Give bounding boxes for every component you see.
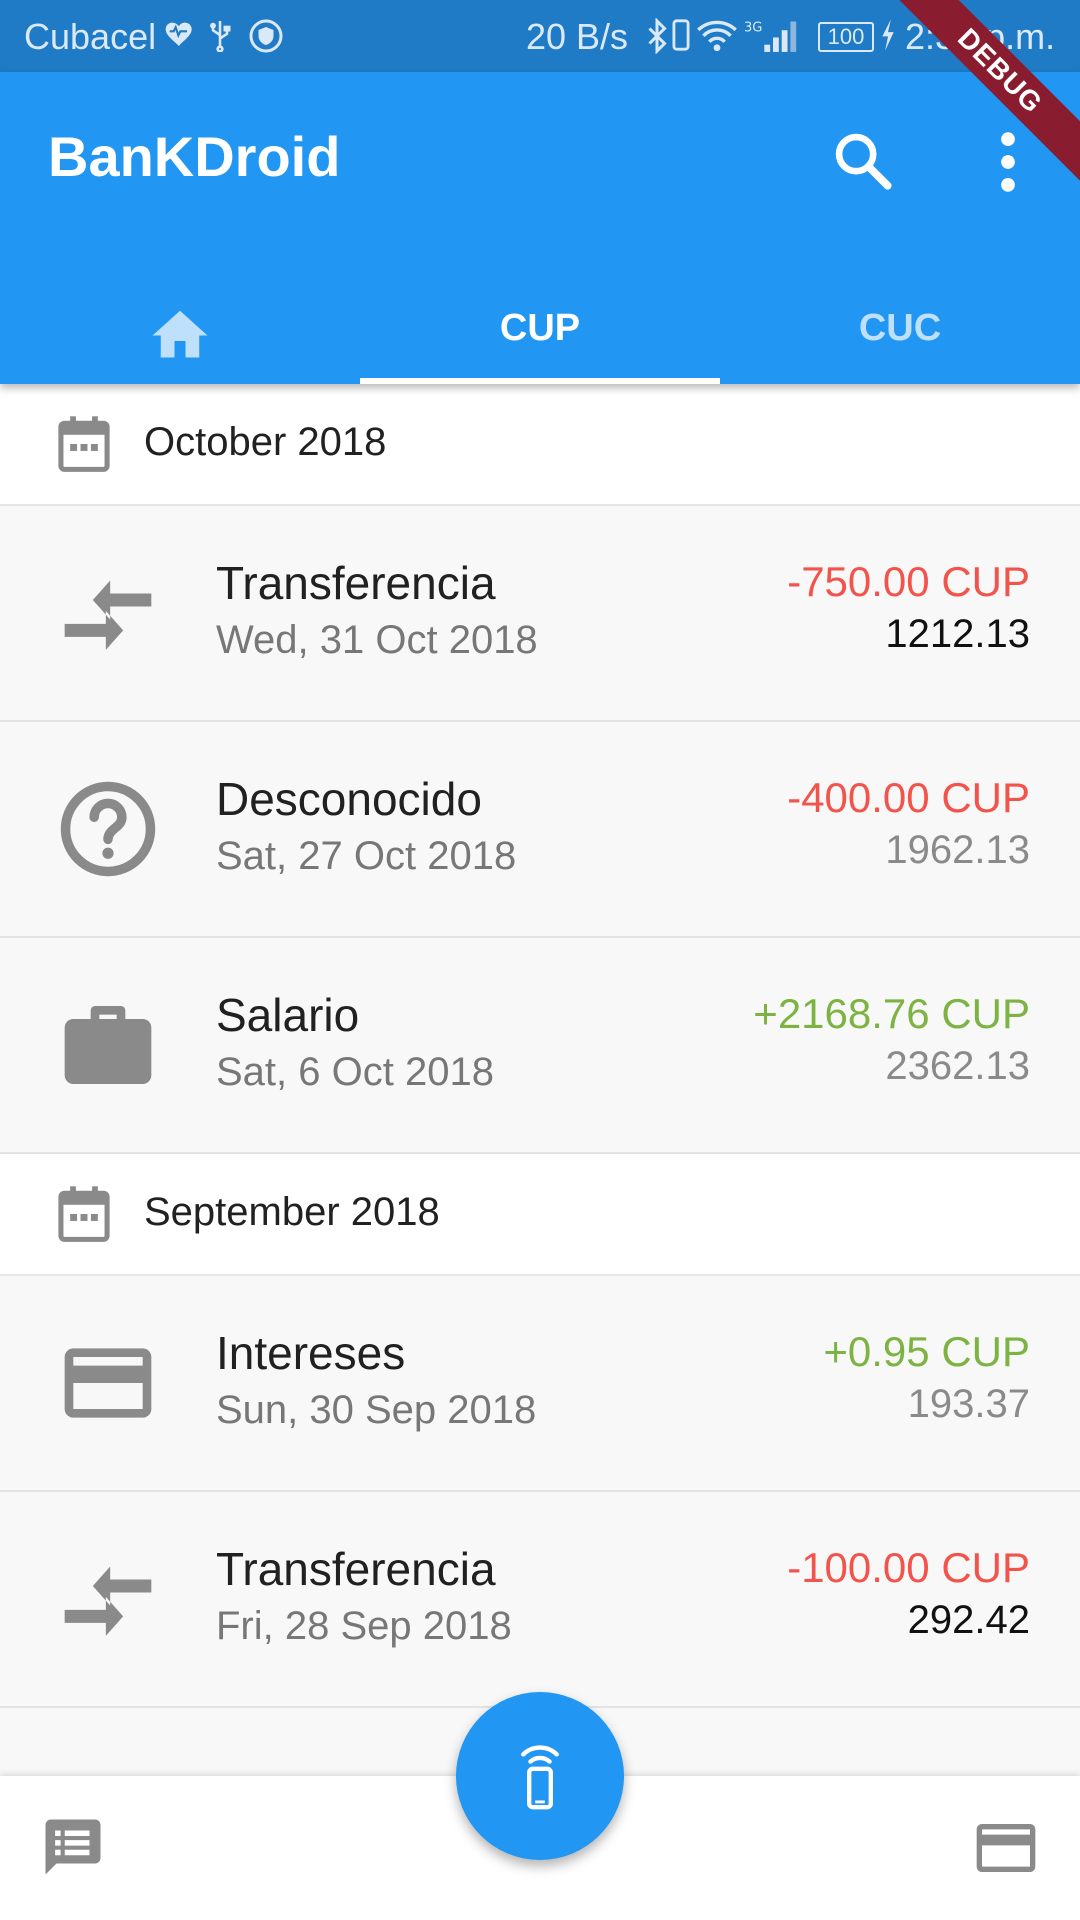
transaction-date: Fri, 28 Sep 2018 bbox=[216, 1604, 512, 1648]
tab-cuc[interactable]: CUC bbox=[720, 272, 1080, 384]
transaction-amount: -100.00 CUP bbox=[787, 1544, 1030, 1591]
transaction-title: Intereses bbox=[216, 1327, 406, 1379]
calendar-icon bbox=[58, 416, 110, 472]
list-item[interactable]: Desconocido Sat, 27 Oct 2018 -400.00 CUP… bbox=[0, 722, 1080, 938]
transfer-icon bbox=[64, 580, 152, 650]
charging-bolt-icon bbox=[882, 19, 894, 51]
transaction-balance: 193.37 bbox=[907, 1382, 1030, 1426]
transaction-title: Transferencia bbox=[216, 557, 496, 609]
bluetooth-icon bbox=[648, 18, 667, 54]
transaction-amount: +2168.76 CUP bbox=[753, 990, 1030, 1037]
app-screen: Cubacel 20 B/s 3G 100 DEBUG BanKDroid CU… bbox=[0, 0, 1080, 1920]
help-circle-icon bbox=[60, 781, 156, 877]
month-label: September 2018 bbox=[144, 1190, 440, 1234]
credit-card-icon bbox=[64, 1348, 152, 1418]
home-icon bbox=[152, 310, 208, 358]
search-icon[interactable] bbox=[830, 128, 896, 194]
wifi-icon bbox=[697, 20, 737, 52]
month-header: October 2018 bbox=[0, 384, 1080, 506]
calendar-icon bbox=[58, 1186, 110, 1242]
briefcase-icon bbox=[64, 1006, 152, 1084]
list-item[interactable]: Transferencia Wed, 31 Oct 2018 -750.00 C… bbox=[0, 506, 1080, 722]
transaction-balance: 1212.13 bbox=[885, 612, 1030, 656]
app-bar: BanKDroid CUP CUC bbox=[0, 72, 1080, 384]
list-item[interactable]: Intereses Sun, 30 Sep 2018 +0.95 CUP 193… bbox=[0, 1276, 1080, 1492]
carrier-name: Cubacel bbox=[24, 16, 157, 57]
transaction-date: Sat, 6 Oct 2018 bbox=[216, 1050, 494, 1094]
month-label: October 2018 bbox=[144, 420, 387, 464]
month-header: September 2018 bbox=[0, 1154, 1080, 1276]
transaction-balance: 1962.13 bbox=[885, 828, 1030, 872]
tab-cup[interactable]: CUP bbox=[360, 272, 720, 384]
svg-text:3G: 3G bbox=[744, 21, 762, 36]
transaction-amount: +0.95 CUP bbox=[823, 1328, 1030, 1375]
app-title: BanKDroid bbox=[48, 125, 341, 188]
message-list-icon[interactable] bbox=[40, 1814, 106, 1880]
heart-pulse-icon bbox=[165, 22, 192, 46]
transaction-balance: 292.42 bbox=[907, 1598, 1030, 1642]
transaction-title: Salario bbox=[216, 989, 360, 1041]
shield-icon bbox=[249, 19, 283, 53]
list-item[interactable]: Salario Sat, 6 Oct 2018 +2168.76 CUP 236… bbox=[0, 938, 1080, 1154]
tab-bar: CUP CUC bbox=[0, 272, 1080, 384]
transfer-icon bbox=[64, 1566, 152, 1636]
list-item[interactable]: Transferencia Fri, 28 Sep 2018 -100.00 C… bbox=[0, 1492, 1080, 1708]
transaction-date: Wed, 31 Oct 2018 bbox=[216, 618, 538, 662]
network-speed: 20 B/s bbox=[526, 16, 629, 57]
transaction-title: Transferencia bbox=[216, 1543, 496, 1595]
battery-level: 100 bbox=[818, 22, 874, 52]
tab-indicator bbox=[360, 378, 720, 384]
transaction-title: Desconocido bbox=[216, 773, 482, 825]
nfc-action-button[interactable] bbox=[456, 1692, 624, 1860]
transaction-amount: -400.00 CUP bbox=[787, 774, 1030, 821]
transaction-date: Sun, 30 Sep 2018 bbox=[216, 1388, 537, 1432]
transaction-list: October 2018 Transferencia Wed, 31 Oct 2… bbox=[0, 384, 1080, 1920]
transaction-balance: 2362.13 bbox=[885, 1044, 1030, 1088]
more-vert-icon[interactable] bbox=[990, 130, 1026, 194]
mobile-signal-icon bbox=[521, 1745, 559, 1810]
credit-card-icon[interactable] bbox=[974, 1820, 1038, 1876]
cell-signal-icon: 3G bbox=[744, 21, 797, 52]
tab-home[interactable] bbox=[0, 272, 360, 384]
usb-icon bbox=[210, 21, 231, 52]
vibrate-phone-icon bbox=[672, 19, 690, 51]
transaction-amount: -750.00 CUP bbox=[787, 558, 1030, 605]
transaction-date: Sat, 27 Oct 2018 bbox=[216, 834, 517, 878]
